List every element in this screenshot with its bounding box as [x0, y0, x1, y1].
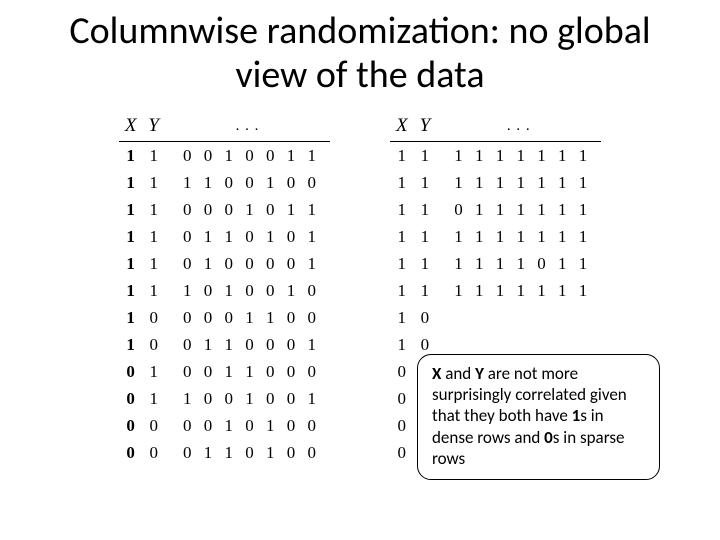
table-row: 011 0 0 1 0 0 1	[119, 385, 330, 412]
callout-text: and	[441, 363, 475, 384]
table-row: 100 0 0 1 1 0 0	[119, 304, 330, 331]
slide-title: Columnwise randomization: no global view…	[0, 0, 720, 97]
table-row: 110 1 1 0 1 0 1	[119, 223, 330, 250]
cell-x: 1	[119, 142, 143, 170]
cell-x: 1	[119, 223, 143, 250]
cell-y: 1	[142, 196, 165, 223]
cell-y: 1	[414, 142, 437, 170]
cell-x: 1	[119, 277, 143, 304]
cell-x: 1	[119, 169, 143, 196]
table-row: 111 1 1 1 1 1 1	[390, 142, 601, 170]
col-x-header: X	[119, 115, 143, 142]
cell-x: 1	[390, 250, 414, 277]
cell-x: 1	[390, 169, 414, 196]
callout-y: Y	[475, 363, 484, 384]
col-x-header: X	[390, 115, 414, 142]
cell-bits: 0 1 1 1 1 1 1	[436, 196, 601, 223]
cell-y: 1	[142, 169, 165, 196]
left-header-row: X Y . . .	[119, 115, 330, 142]
callout-box: X and Y are not more surprisingly correl…	[417, 354, 660, 480]
right-header-row: X Y . . .	[390, 115, 601, 142]
cell-bits: 1 1 1 1 1 1 1	[436, 277, 601, 304]
col-dots-header: . . .	[165, 115, 330, 142]
table-row: 111 1 1 1 1 1 1	[390, 277, 601, 304]
cell-bits: 0 0 0 1 0 1 1	[165, 196, 330, 223]
cell-y: 1	[414, 250, 437, 277]
table-row: 110 0 1 0 0 1 1	[119, 142, 330, 170]
left-tbody: 110 0 1 0 0 1 1 111 1 0 0 1 0 0 110 0 0 …	[119, 142, 330, 467]
cell-y: 1	[414, 169, 437, 196]
cell-x: 1	[390, 277, 414, 304]
cell-y: 1	[414, 196, 437, 223]
left-table: X Y . . . 110 0 1 0 0 1 1 111 1 0 0 1 0 …	[119, 115, 330, 466]
cell-bits: 0 0 1 0 0 1 1	[165, 142, 330, 170]
callout-0: 0	[544, 427, 553, 448]
col-y-header: Y	[414, 115, 437, 142]
cell-x: 1	[390, 304, 414, 331]
cell-y: 0	[414, 304, 437, 331]
cell-bits: 0 1 1 0 1 0 1	[165, 223, 330, 250]
cell-bits: 1 1 1 1 1 1 1	[436, 169, 601, 196]
cell-x: 1	[390, 196, 414, 223]
table-row: 000 0 1 0 1 0 0	[119, 412, 330, 439]
cell-bits: 1 1 0 0 1 0 0	[165, 169, 330, 196]
cell-y: 0	[142, 331, 165, 358]
cell-x: 1	[390, 223, 414, 250]
cell-y: 1	[142, 277, 165, 304]
cell-bits: 1 0 1 0 0 1 0	[165, 277, 330, 304]
cell-bits: 0 1 1 0 1 0 0	[165, 439, 330, 466]
cell-x: 0	[119, 439, 143, 466]
cell-x: 1	[119, 196, 143, 223]
cell-x: 1	[119, 250, 143, 277]
cell-x: 0	[119, 385, 143, 412]
cell-bits: 0 0 1 0 1 0 0	[165, 412, 330, 439]
cell-x: 0	[390, 439, 414, 466]
cell-bits: 1 0 0 1 0 0 1	[165, 385, 330, 412]
table-row: 111 0 1 0 0 1 0	[119, 277, 330, 304]
cell-bits: 0 0 0 1 1 0 0	[165, 304, 330, 331]
cell-x: 1	[119, 331, 143, 358]
cell-bits: 1 1 1 1 1 1 1	[436, 223, 601, 250]
cell-bits: 0 0 1 1 0 0 0	[165, 358, 330, 385]
cell-bits: 0 1 1 0 0 0 1	[165, 331, 330, 358]
cell-y: 0	[142, 439, 165, 466]
table-row: 000 1 1 0 1 0 0	[119, 439, 330, 466]
cell-bits: 1 1 1 1 0 1 1	[436, 250, 601, 277]
cell-x: 0	[390, 412, 414, 439]
cell-y: 1	[414, 277, 437, 304]
table-row: 111 1 1 1 0 1 1	[390, 250, 601, 277]
table-row: 110 1 1 1 1 1 1	[390, 196, 601, 223]
cell-bits: 0 1 0 0 0 0 1	[165, 250, 330, 277]
table-row: 110 1 0 0 0 0 1	[119, 250, 330, 277]
col-dots-header: . . .	[436, 115, 601, 142]
cell-y: 1	[142, 358, 165, 385]
cell-x: 1	[390, 142, 414, 170]
table-row: 010 0 1 1 0 0 0	[119, 358, 330, 385]
cell-x: 0	[119, 412, 143, 439]
slide: Columnwise randomization: no global view…	[0, 0, 720, 540]
cell-bits	[436, 304, 601, 331]
cell-x: 0	[390, 358, 414, 385]
cell-y: 1	[142, 223, 165, 250]
table-row: 110 0 0 1 0 1 1	[119, 196, 330, 223]
cell-y: 0	[142, 412, 165, 439]
table-row: 10	[390, 304, 601, 331]
col-y-header: Y	[142, 115, 165, 142]
cell-bits: 1 1 1 1 1 1 1	[436, 142, 601, 170]
callout-1: 1	[572, 405, 581, 426]
cell-x: 0	[390, 385, 414, 412]
callout-x: X	[432, 363, 441, 384]
cell-y: 1	[142, 250, 165, 277]
table-row: 111 1 0 0 1 0 0	[119, 169, 330, 196]
table-row: 100 1 1 0 0 0 1	[119, 331, 330, 358]
table-row: 111 1 1 1 1 1 1	[390, 223, 601, 250]
cell-x: 1	[390, 331, 414, 358]
cell-x: 0	[119, 358, 143, 385]
cell-y: 1	[142, 385, 165, 412]
cell-y: 1	[142, 142, 165, 170]
cell-y: 1	[414, 223, 437, 250]
cell-x: 1	[119, 304, 143, 331]
table-row: 111 1 1 1 1 1 1	[390, 169, 601, 196]
cell-y: 0	[142, 304, 165, 331]
